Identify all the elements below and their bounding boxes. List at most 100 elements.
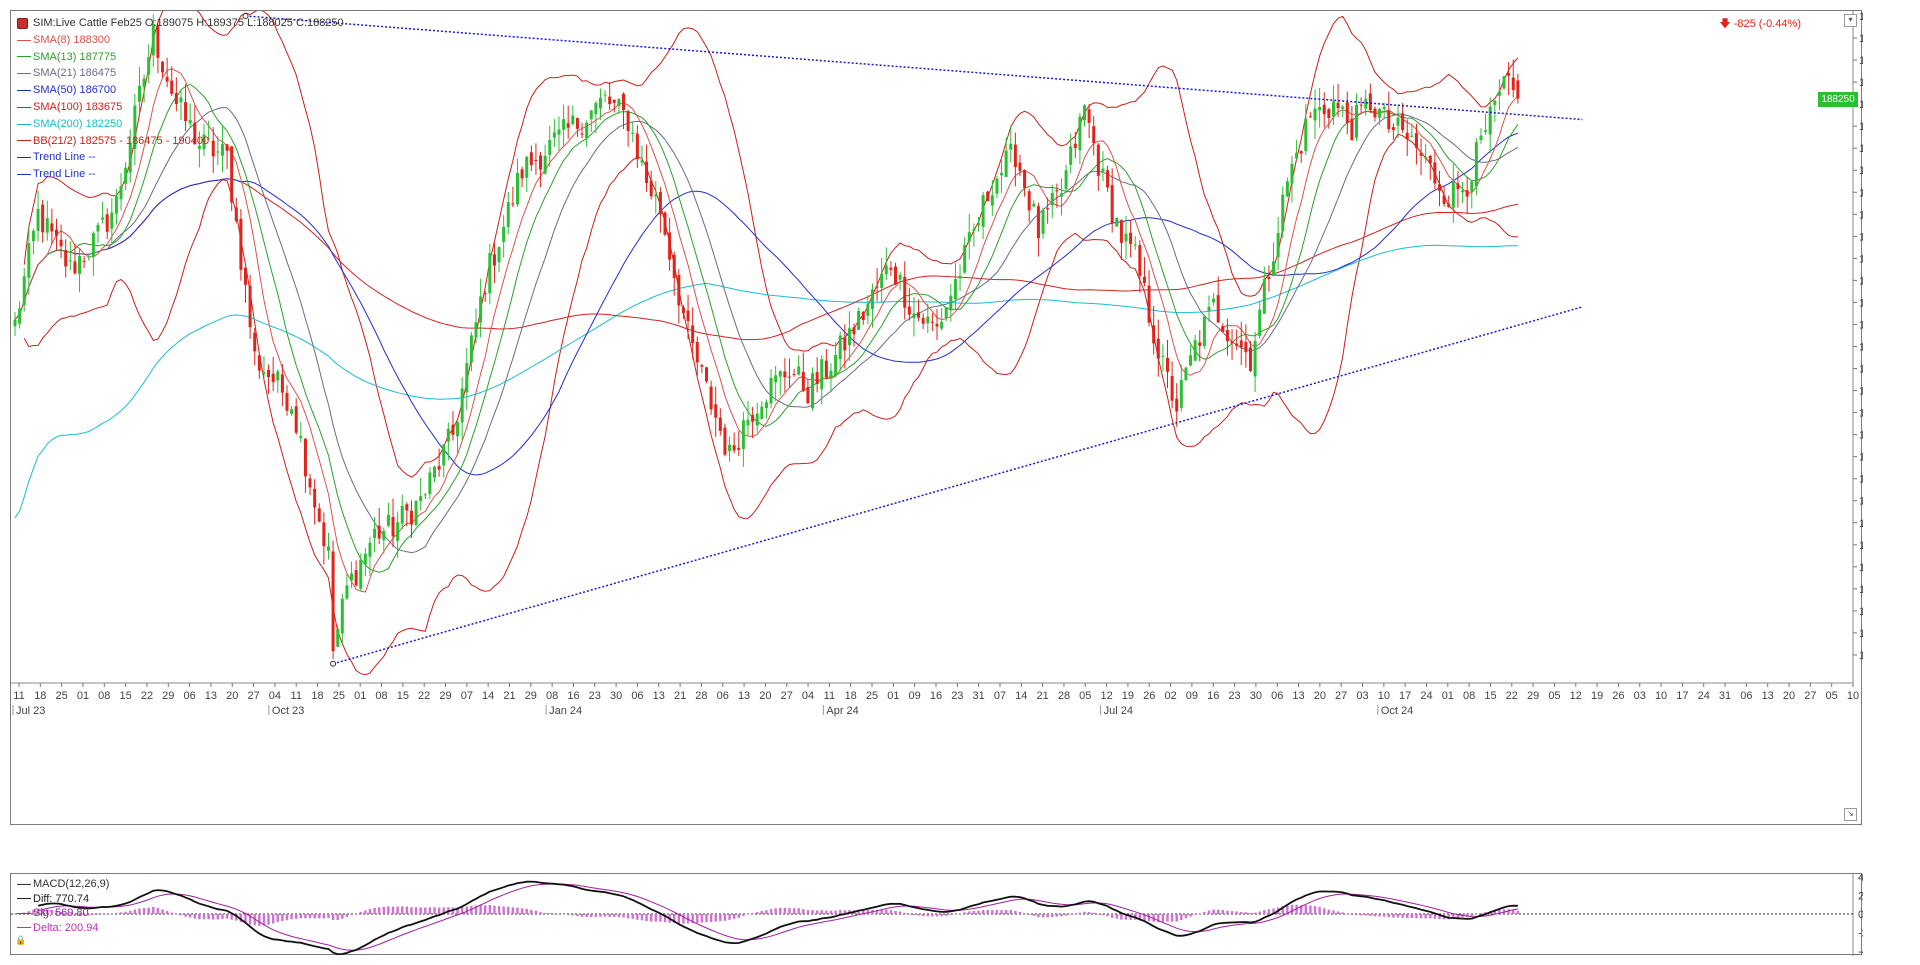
macd-histogram-bar <box>1161 914 1165 922</box>
legend-item[interactable]: SMA(200) 182250 <box>17 116 344 133</box>
candle-body <box>82 260 86 262</box>
legend-item[interactable]: BB(21/2) 182575 - 186475 - 190400 <box>17 133 344 150</box>
candle-body <box>705 367 708 382</box>
candle-body <box>907 306 911 315</box>
candle-body <box>737 447 741 450</box>
macd-histogram-bar <box>1267 909 1271 914</box>
lock-icon[interactable]: 🔒 <box>15 935 26 946</box>
legend-item[interactable]: Trend Line -- <box>17 149 344 166</box>
x-tick-label: 06 <box>717 690 729 702</box>
macd-histogram-bar <box>714 914 717 922</box>
candle-body <box>1327 109 1331 119</box>
macd-histogram-bar <box>949 914 953 916</box>
candle-body <box>1359 104 1363 106</box>
candle-body <box>1424 156 1428 159</box>
macd-histogram-bar <box>1097 914 1100 915</box>
legend-item[interactable]: SMA(21) 186475 <box>17 65 344 82</box>
candle-body <box>1391 127 1395 131</box>
resize-corner-icon[interactable]: ↘ <box>1844 808 1857 821</box>
macd-histogram-bar <box>1263 910 1266 914</box>
symbol-header[interactable]: SIM:Live Cattle Feb25 O:189075 H:189375 … <box>17 15 344 32</box>
macd-panel[interactable]: 4,000.0 2,000.0 0.00 -2,000.0 -4,000.0 MACD(… <box>10 873 1863 956</box>
symbol-icon[interactable] <box>17 17 28 29</box>
macd-legend-label: MACD(12,26,9) <box>33 878 110 890</box>
legend-item[interactable]: SMA(13) 187775 <box>17 49 344 66</box>
candle-body <box>548 140 552 155</box>
legend-item[interactable]: Trend Line -- <box>17 166 344 183</box>
candle-body <box>741 420 745 449</box>
candle-body <box>746 419 750 426</box>
candle-body <box>1133 244 1137 246</box>
candle-body <box>1410 135 1414 137</box>
x-tick-label: 03 <box>1356 690 1368 702</box>
candle-body <box>926 316 930 324</box>
macd-histogram-bar <box>921 914 925 917</box>
candle-body <box>714 404 718 418</box>
macd-histogram-bar <box>1221 910 1225 914</box>
macd-histogram-bar <box>336 914 339 921</box>
candle-body <box>520 169 524 179</box>
legend-item[interactable]: SMA(100) 183675 <box>17 99 344 116</box>
candle-body <box>317 508 321 522</box>
y-tick-label: 184000 <box>1859 187 1863 199</box>
x-tick-label: 28 <box>1058 690 1070 702</box>
macd-y-label: 2,000.0 <box>1858 891 1863 903</box>
candle-body <box>935 323 939 327</box>
price-chart-panel[interactable]: 192000 191000 190000 189000 188000 187000 1860… <box>10 10 1863 825</box>
candle-body <box>838 335 842 359</box>
candle-body <box>1092 126 1096 144</box>
macd-histogram-bar <box>912 914 916 915</box>
macd-histogram-bar <box>617 914 621 918</box>
candle-body <box>1032 203 1036 207</box>
candle-body <box>267 369 271 378</box>
legend-item[interactable]: SMA(8) 188300 <box>17 32 344 49</box>
macd-histogram-bar <box>1226 910 1229 914</box>
candle-body <box>815 372 819 384</box>
x-tick-label: 23 <box>1228 690 1240 702</box>
macd-histogram-bar <box>1217 909 1220 914</box>
candle-body <box>1189 355 1193 366</box>
macd-histogram-bar <box>1028 914 1031 915</box>
macd-histogram-bar <box>1429 914 1432 919</box>
macd-histogram-bar <box>1000 910 1003 914</box>
macd-histogram-bar <box>1078 912 1082 914</box>
macd-histogram-bar <box>1166 914 1169 922</box>
macd-legend-item[interactable]: Sig: 569.80 <box>17 906 109 921</box>
macd-legend-item[interactable]: Delta: 200.94 <box>17 921 109 936</box>
candle-body <box>336 628 340 647</box>
candle-body <box>1442 195 1446 204</box>
x-tick-label: 05 <box>1548 690 1560 702</box>
candle-body <box>474 322 478 338</box>
candle-body <box>36 208 40 231</box>
macd-histogram-bar <box>142 908 146 914</box>
x-tick-label: 24 <box>1698 690 1710 702</box>
macd-histogram-bar <box>539 912 542 914</box>
candle-body <box>64 250 68 267</box>
candle-body <box>59 239 63 247</box>
macd-histogram-bar <box>1258 911 1261 914</box>
y-tick-label: 186000 <box>1859 143 1863 155</box>
macd-histogram-bar <box>723 914 727 921</box>
macd-histogram-bar <box>1087 911 1091 914</box>
macd-legend-item[interactable]: MACD(12,26,9) <box>17 877 109 892</box>
macd-histogram-bar <box>281 914 284 921</box>
macd-histogram-bar <box>1355 914 1358 916</box>
macd-histogram-bar <box>119 912 123 914</box>
panel-menu-icon[interactable]: ▾ <box>1844 14 1857 27</box>
candle-body <box>981 195 985 227</box>
macd-histogram-bar <box>1083 911 1086 914</box>
macd-chart-svg[interactable]: 4,000.0 2,000.0 0.00 -2,000.0 -4,000.0 <box>11 874 1863 956</box>
candle-body <box>45 218 49 233</box>
macd-histogram-bar <box>138 908 141 914</box>
candle-body <box>1378 108 1382 118</box>
macd-histogram-bar <box>410 907 413 914</box>
candle-body <box>91 232 95 258</box>
candle-body <box>68 260 72 262</box>
legend-item[interactable]: SMA(50) 186700 <box>17 82 344 99</box>
macd-legend-item[interactable]: Diff: 770.74 <box>17 892 109 907</box>
candle-body <box>843 337 847 351</box>
candle-body <box>483 293 487 295</box>
candle-body <box>1405 132 1409 140</box>
x-tick-label: 08 <box>98 690 110 702</box>
candle-body <box>663 212 667 235</box>
